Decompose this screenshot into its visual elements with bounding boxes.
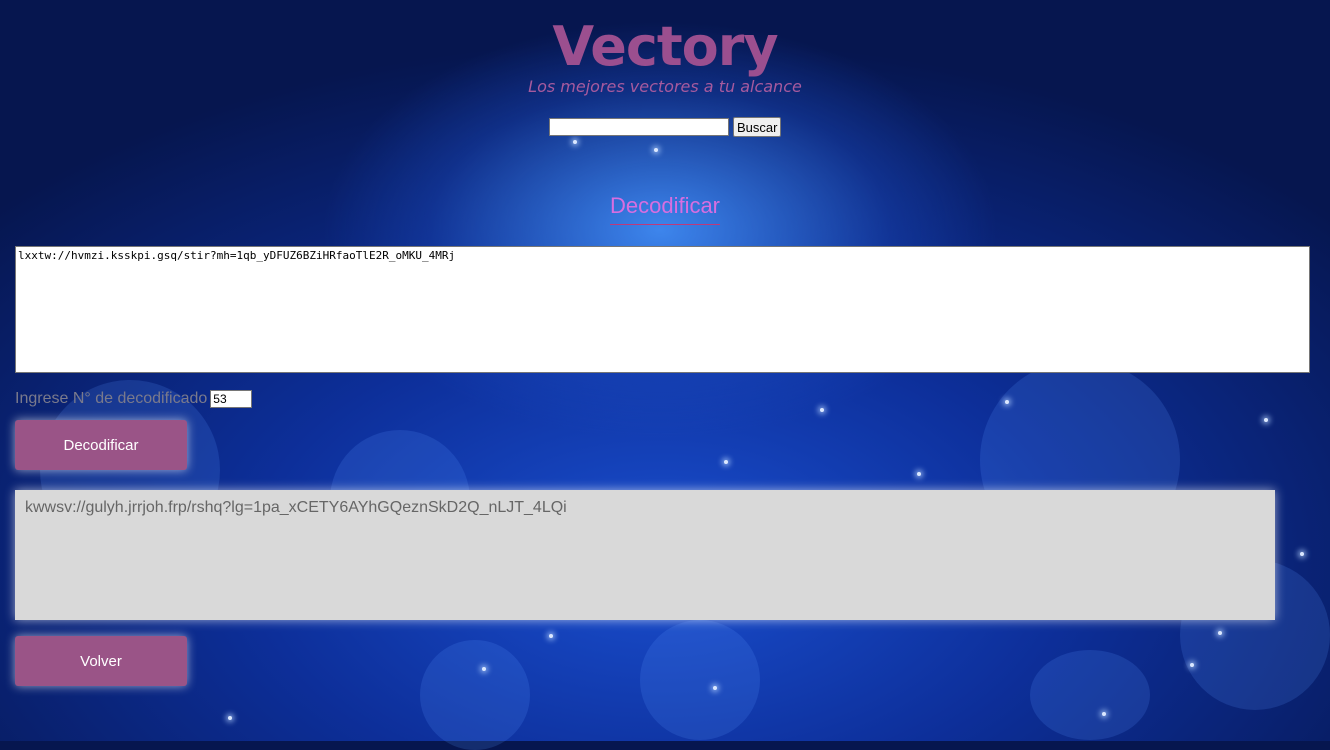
decode-button[interactable]: Decodificar [15,420,187,470]
background-star [573,140,577,144]
logo: Vectory [552,15,778,78]
background-star [1264,418,1268,422]
background-star [1300,552,1304,556]
encoded-text-input[interactable]: lxxtw://hvmzi.ksskpi.gsq/stir?mh=1qb_yDF… [15,246,1310,373]
page-title: Decodificar [0,193,1330,225]
background-star [1005,400,1009,404]
background-star [1190,663,1194,667]
background-star [549,634,553,638]
background-star [917,472,921,476]
background-star [654,148,658,152]
key-input[interactable] [210,390,253,408]
background-bokeh [1030,650,1150,740]
background-bokeh [420,640,530,750]
search-input[interactable] [549,118,729,136]
background-star [724,460,728,464]
search-button[interactable]: Buscar [733,117,782,137]
back-button[interactable]: Volver [15,636,187,686]
background-bokeh [640,620,760,740]
decoded-output: kwwsv://gulyh.jrrjoh.frp/rshq?lg=1pa_xCE… [15,490,1275,620]
background-star [820,408,824,412]
background-star [482,667,486,671]
page-title-text: Decodificar [609,193,721,225]
key-row: Ingrese N° de decodificado [15,390,253,408]
background-star [713,686,717,690]
key-label: Ingrese N° de decodificado [15,390,208,407]
search-bar: Buscar [549,117,782,137]
tagline: Los mejores vectores a tu alcance [528,77,802,96]
background-star [1218,631,1222,635]
background-star [1102,712,1106,716]
background-star [228,716,232,720]
